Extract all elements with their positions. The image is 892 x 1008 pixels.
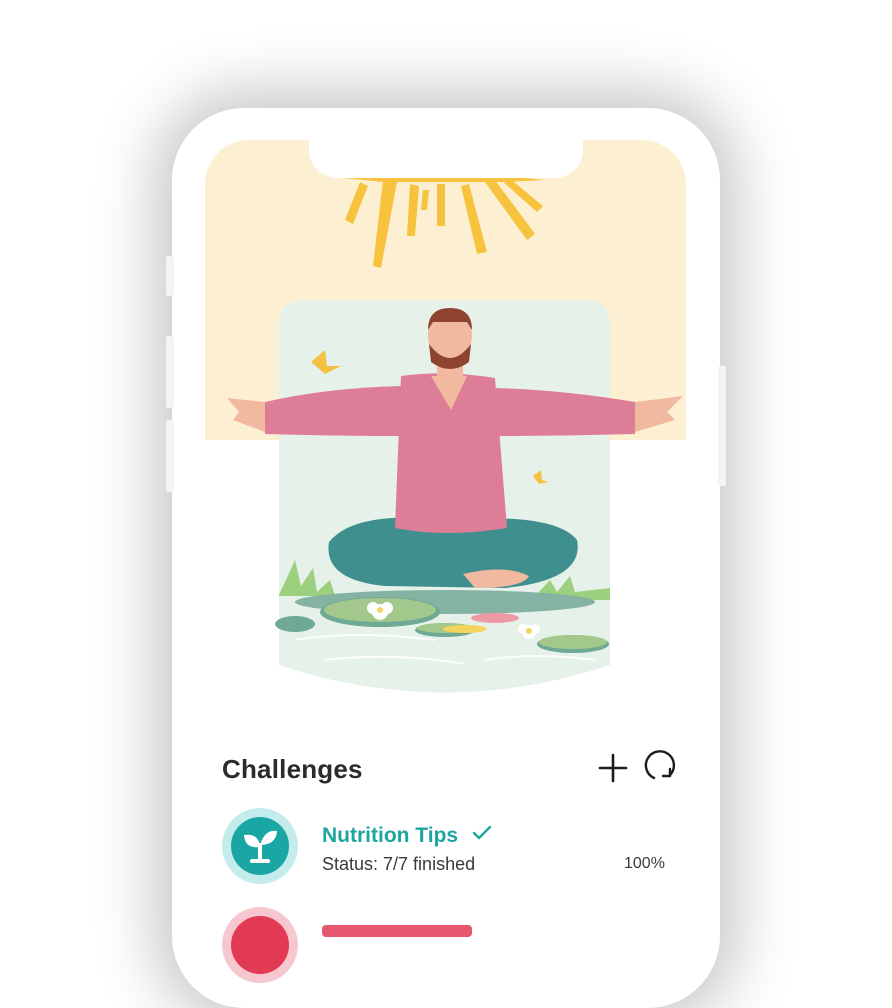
check-icon xyxy=(472,825,492,840)
phone-volume-up-button xyxy=(166,336,174,408)
sprout-icon xyxy=(222,808,298,884)
challenge-percent: 100% xyxy=(624,855,665,872)
challenges-header: Challenges xyxy=(222,750,682,790)
challenge-name: Nutrition Tips xyxy=(322,824,459,847)
section-title: Challenges xyxy=(222,754,363,784)
refresh-icon[interactable] xyxy=(643,749,677,783)
challenge-status: Status: 7/7 finished xyxy=(322,854,476,874)
meditation-illustration xyxy=(227,176,683,693)
challenge-item-partial[interactable] xyxy=(222,905,672,983)
phone-side-button xyxy=(166,256,174,296)
challenge-item[interactable]: Nutrition Tips Status: 7/7 finished 100% xyxy=(222,808,672,888)
phone-power-button xyxy=(718,366,726,486)
plus-icon[interactable] xyxy=(596,751,630,785)
phone-notch xyxy=(309,108,583,178)
phone-volume-down-button xyxy=(166,420,174,492)
challenge-icon-partial xyxy=(222,907,298,983)
sun-icon xyxy=(343,176,545,268)
challenge-name-partial xyxy=(322,925,472,937)
